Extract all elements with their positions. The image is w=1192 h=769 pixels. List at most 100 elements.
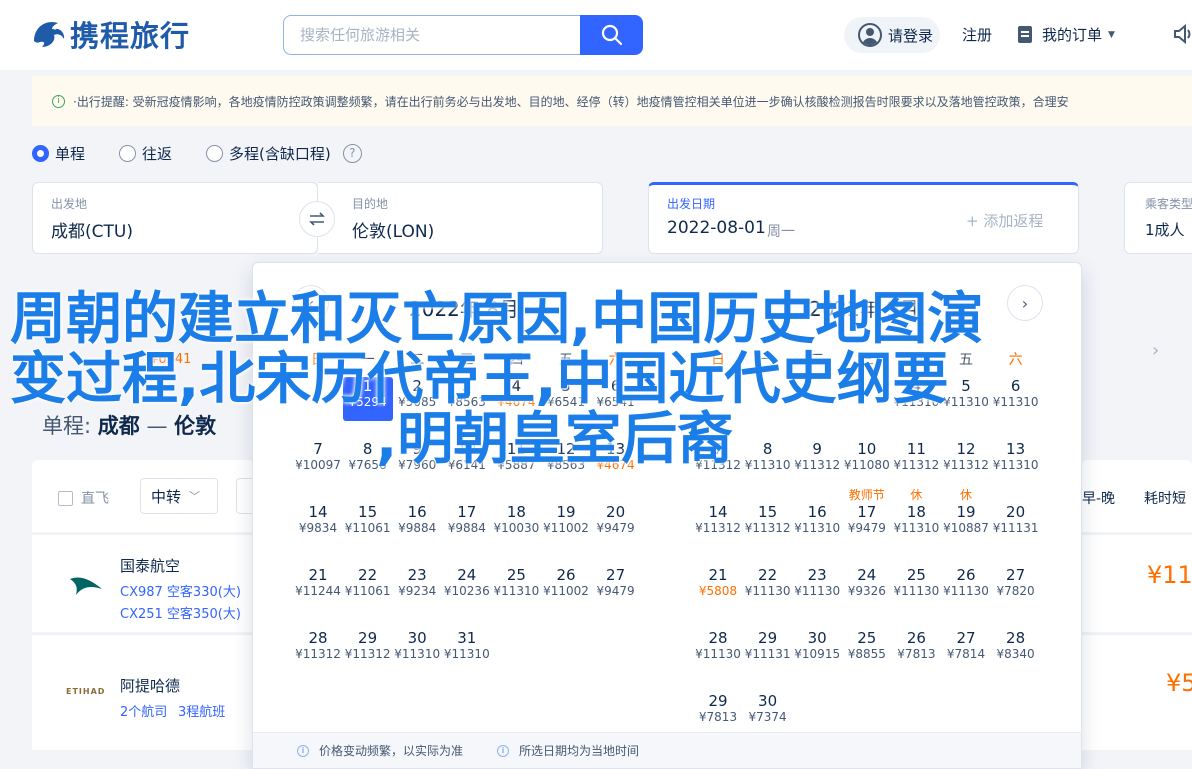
calendar-day[interactable]: 8 ¥11310 xyxy=(743,440,793,484)
calendar-day[interactable]: 28 ¥11312 xyxy=(293,629,343,673)
calendar-day[interactable]: 17 ¥9884 xyxy=(442,503,492,547)
calendar-day[interactable]: 18 ¥10030 xyxy=(491,503,541,547)
login-button[interactable]: 请登录 xyxy=(844,17,940,53)
flight-detail[interactable]: CX987 空客330(大) xyxy=(120,581,241,600)
destination-field[interactable]: 目的地 伦敦(LON) xyxy=(318,182,603,254)
calendar-day[interactable]: 教师节 17 ¥9479 xyxy=(842,488,892,547)
calendar-day[interactable]: 10 ¥11080 xyxy=(842,440,892,484)
calendar-day[interactable]: 3 ¥8563 xyxy=(442,377,492,421)
calendar-day[interactable]: 24 ¥10236 xyxy=(442,566,492,610)
calendar-day[interactable]: 23 ¥11130 xyxy=(792,566,842,610)
calendar-day[interactable]: 13 ¥4674 xyxy=(591,440,641,484)
calendar-day[interactable]: 20 ¥11131 xyxy=(991,503,1041,547)
calendar-day[interactable]: 22 ¥11061 xyxy=(343,566,393,610)
calendar-day[interactable]: 休 18 ¥11310 xyxy=(891,488,941,547)
next-month-button[interactable]: › xyxy=(1007,285,1043,321)
calendar-day[interactable]: 1 ¥5294 xyxy=(342,377,393,421)
calendar-day[interactable]: 30 ¥7374 xyxy=(743,692,793,736)
calendar-day[interactable]: 15 ¥11061 xyxy=(343,503,393,547)
calendar-day[interactable]: 5 ¥6541 xyxy=(541,377,591,421)
calendar-day[interactable]: 12 ¥11312 xyxy=(941,440,991,484)
search-input[interactable] xyxy=(283,15,581,55)
calendar-day[interactable]: 14 ¥9834 xyxy=(293,503,343,547)
day-number: 9 xyxy=(412,440,422,458)
search-button[interactable] xyxy=(580,15,643,55)
calendar-day[interactable]: 16 ¥11310 xyxy=(792,503,842,547)
swap-cities-button[interactable] xyxy=(299,201,335,237)
strip-price[interactable]: ¥6541 xyxy=(150,352,191,367)
calendar-day[interactable]: 9 ¥7960 xyxy=(392,440,442,484)
calendar-day[interactable]: 13 ¥11310 xyxy=(991,440,1041,484)
flight-detail[interactable]: 2个航司 xyxy=(120,701,167,720)
calendar-day[interactable]: 11 ¥5887 xyxy=(491,440,541,484)
calendar-day[interactable]: 22 ¥11130 xyxy=(743,566,793,610)
trip-type-roundtrip[interactable]: 往返 xyxy=(119,143,172,164)
calendar-day[interactable]: 21 ¥11244 xyxy=(293,566,343,610)
calendar-day[interactable]: 25 ¥11130 xyxy=(891,566,941,610)
help-icon[interactable]: ? xyxy=(342,143,362,163)
trip-type-multi[interactable]: 多程(含缺口程) xyxy=(206,143,331,164)
calendar-day[interactable]: 6 ¥11310 xyxy=(991,377,1041,421)
calendar-day[interactable]: 19 ¥11002 xyxy=(541,503,591,547)
calendar-day[interactable]: 27 ¥9479 xyxy=(591,566,641,610)
add-return-button[interactable]: + 添加返程 xyxy=(966,210,1043,231)
calendar-day[interactable]: 7 ¥10097 xyxy=(293,440,343,484)
calendar-day[interactable]: 5 ¥11310 xyxy=(941,377,991,421)
direct-only-checkbox[interactable]: 直飞 xyxy=(58,488,109,508)
ctrip-logo[interactable]: 携程旅行 xyxy=(30,14,190,54)
calendar-day[interactable]: 14 ¥11312 xyxy=(693,503,743,547)
flight-price: ¥11 xyxy=(1147,561,1192,589)
sort-duration[interactable]: 耗时短 xyxy=(1144,488,1186,508)
calendar-day[interactable]: 21 ¥5808 xyxy=(693,566,743,610)
calendar-day[interactable]: 11 ¥11312 xyxy=(891,440,941,484)
calendar-day[interactable]: 24 ¥9326 xyxy=(842,566,892,610)
speaker-icon[interactable] xyxy=(1172,23,1192,45)
calendar-day[interactable]: 4 ¥4674 xyxy=(491,377,541,421)
calendar-day[interactable]: 30 ¥11310 xyxy=(392,629,442,673)
calendar-day[interactable]: 20 ¥9479 xyxy=(591,503,641,547)
flight-row[interactable]: 国泰航空 CX987 空客330(大) CX251 空客350(大) xyxy=(32,534,254,632)
passenger-type-field[interactable]: 乘客类型 1成人 xyxy=(1124,182,1192,254)
calendar-day[interactable]: 2 ¥5085 xyxy=(392,377,442,421)
calendar-day[interactable]: 29 ¥11312 xyxy=(343,629,393,673)
calendar-day[interactable]: 16 ¥9884 xyxy=(392,503,442,547)
calendar-day[interactable]: 30 ¥10915 xyxy=(792,629,842,673)
calendar-day[interactable]: 15 ¥11312 xyxy=(743,503,793,547)
calendar-day[interactable]: 27 ¥7814 xyxy=(941,629,991,673)
calendar-day[interactable]: 29 ¥11131 xyxy=(743,629,793,673)
calendar-day[interactable]: 25 ¥11310 xyxy=(491,566,541,610)
calendar-day[interactable]: 12 ¥8563 xyxy=(541,440,591,484)
calendar-day[interactable]: 8 ¥7656 xyxy=(343,440,393,484)
calendar-day[interactable]: 23 ¥9234 xyxy=(392,566,442,610)
flight-detail[interactable]: CX251 空客350(大) xyxy=(120,603,241,622)
calendar-day[interactable]: 26 ¥11002 xyxy=(541,566,591,610)
calendar-day[interactable]: 28 ¥11130 xyxy=(693,629,743,673)
chevron-right-icon[interactable]: › xyxy=(1152,340,1159,361)
register-link[interactable]: 注册 xyxy=(962,24,992,45)
calendar-day[interactable]: 4 ¥11310 xyxy=(891,377,941,421)
day-number: 18 xyxy=(906,503,926,521)
transfer-dropdown[interactable]: 中转 ﹀ xyxy=(140,478,218,514)
calendar-day[interactable]: 28 ¥8340 xyxy=(991,629,1041,673)
flight-row[interactable]: ETIHAD 阿提哈德 2个航司 3程航班 xyxy=(32,634,254,750)
calendar-day[interactable]: 25 ¥8855 xyxy=(842,629,892,673)
travel-notice[interactable]: i ·出行提醒: 受新冠疫情影响，各地疫情防控政策调整频繁，请在出行前务必与出发… xyxy=(32,76,1192,126)
calendar-day[interactable]: 休 19 ¥10887 xyxy=(941,488,991,547)
calendar-day[interactable]: 31 ¥11310 xyxy=(442,629,492,673)
calendar-day[interactable]: 7 ¥11312 xyxy=(693,440,743,484)
calendar-day[interactable]: 10 ¥6141 xyxy=(442,440,492,484)
day-price: ¥11130 xyxy=(943,584,989,598)
sort-early-late[interactable]: 早-晚 xyxy=(1082,488,1115,508)
my-orders-menu[interactable]: 我的订单 ▼ xyxy=(1018,24,1115,45)
flight-detail[interactable]: 3程航班 xyxy=(178,701,225,720)
calendar-day[interactable]: 9 ¥11312 xyxy=(792,440,842,484)
calendar-day[interactable]: 29 ¥7813 xyxy=(693,692,743,736)
departure-field[interactable]: 出发地 成都(CTU) xyxy=(32,182,318,254)
cathay-logo-icon xyxy=(70,577,102,595)
calendar-day[interactable]: 26 ¥11130 xyxy=(941,566,991,610)
calendar-day[interactable]: 26 ¥7813 xyxy=(891,629,941,673)
calendar-day[interactable]: 6 ¥6541 xyxy=(591,377,641,421)
prev-month-button[interactable]: ‹ xyxy=(293,285,329,321)
calendar-day[interactable]: 27 ¥7820 xyxy=(991,566,1041,610)
trip-type-oneway[interactable]: 单程 xyxy=(32,143,85,164)
